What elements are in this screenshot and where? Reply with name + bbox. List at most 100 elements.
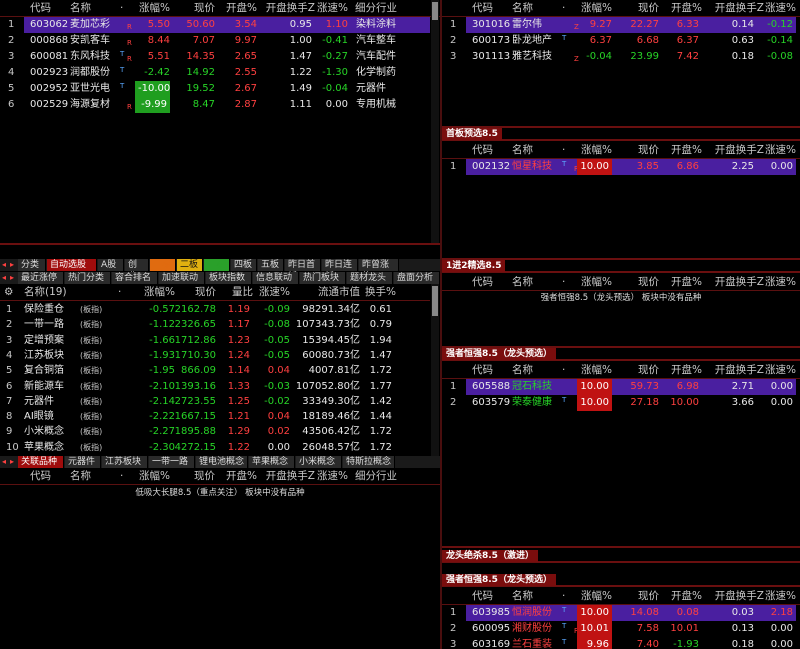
tab3-7[interactable]: 小米概念 — [296, 456, 342, 468]
column-header[interactable]: 名称 — [512, 588, 552, 604]
column-header[interactable]: 现价 — [617, 0, 659, 16]
column-header[interactable]: 开盘换手Z — [257, 0, 315, 16]
table-row[interactable]: 1002132恒星科技TR10.003.856.862.250.00 — [442, 159, 800, 175]
sector-name[interactable]: 保险重仓 — [24, 302, 79, 318]
column-header[interactable]: 开盘换手Z — [704, 588, 764, 604]
tab-1[interactable]: 分类 — [18, 259, 46, 271]
sector-row[interactable]: 9 小米概念 (板指) -2.27 1895.88 1.29 0.02 43506.42亿 1.… — [0, 424, 430, 440]
tab-3[interactable]: A股 — [98, 259, 124, 271]
tab-7[interactable]: 三板 — [204, 259, 230, 271]
column-header[interactable]: 代码 — [30, 468, 70, 484]
tab2-6[interactable]: 信息联动 — [253, 272, 299, 284]
sector-name[interactable]: 定增预案 — [24, 333, 79, 349]
tab2-5[interactable]: 板块指数 — [206, 272, 252, 284]
tab-6[interactable]: 二板 — [177, 259, 203, 271]
sector-row[interactable]: 3 定增预案 (板指) -1.66 1712.86 1.23 -0.05 15394.45亿 1… — [0, 333, 430, 349]
table-row[interactable]: 3 301113 雅艺科技 Z -0.04 23.99 7.42 0.18 -0.08 — [442, 49, 800, 65]
sector-row[interactable]: 8 AI眼镜 (板指) -2.22 1667.15 1.21 0.04 18189.46亿 1.… — [0, 409, 430, 425]
stock-name[interactable]: 兰石重装 — [512, 637, 564, 649]
stock-name[interactable]: 雅艺科技 — [512, 49, 564, 65]
column-header[interactable]: 细分行业 — [355, 468, 415, 484]
sector-name[interactable]: 一带一路 — [24, 317, 79, 333]
column-header[interactable]: 涨速% — [762, 0, 796, 16]
column-header[interactable]: 开盘换手Z — [704, 274, 764, 290]
column-header[interactable]: 名称 — [70, 0, 110, 16]
column-header[interactable]: 涨速% — [315, 468, 348, 484]
column-header[interactable]: 涨幅% — [567, 362, 612, 378]
tab2-3[interactable]: 容合排名 — [112, 272, 158, 284]
stock-name[interactable]: 安凯客车 — [70, 33, 122, 49]
sector-row[interactable]: 2 一带一路 (板指) -1.12 2326.65 1.17 -0.08 107343.73亿… — [0, 317, 430, 333]
column-header[interactable]: 名称 — [70, 468, 110, 484]
column-header[interactable]: 名称 — [512, 274, 552, 290]
stock-name[interactable]: 恒润股份 — [512, 605, 564, 621]
tab2-8[interactable]: 题材龙头 — [347, 272, 393, 284]
table-row[interactable]: 1 603062 麦加芯彩 R 5.50 50.60 3.54 0.95 1.10 染料涂料 — [0, 17, 440, 33]
tab3-1[interactable]: 关联品种 — [18, 456, 64, 468]
column-header[interactable]: 开盘% — [215, 0, 257, 16]
column-header[interactable]: 涨速% — [762, 274, 796, 290]
sector-name[interactable]: 江苏板块 — [24, 348, 79, 364]
column-header[interactable]: 代码 — [472, 0, 512, 16]
tab2-7[interactable]: 热门板块 — [300, 272, 346, 284]
tab3-3[interactable]: 江苏板块 — [102, 456, 148, 468]
sector-row[interactable]: 1 保险重仓 (板指) -0.57 2162.78 1.19 -0.09 98291.34亿 0… — [0, 302, 430, 318]
column-header[interactable]: 开盘% — [215, 468, 257, 484]
column-header[interactable]: 开盘% — [660, 0, 702, 16]
column-header[interactable]: 涨幅% — [135, 284, 175, 300]
column-header[interactable]: 名称 — [512, 362, 552, 378]
column-header[interactable]: 开盘% — [660, 142, 702, 158]
tab-scroll-left[interactable]: ◂ — [2, 259, 6, 271]
tab-2[interactable]: 自动选股 — [47, 259, 97, 271]
tab2-4[interactable]: 加速联动 — [159, 272, 205, 284]
sector-name[interactable]: 新能源车 — [24, 379, 79, 395]
table-row[interactable]: 3 600081 东风科技 T R 5.51 14.35 2.65 1.47 -0.27 汽车配件 — [0, 49, 440, 65]
column-header[interactable]: 涨速% — [762, 362, 796, 378]
table-row[interactable]: 5 002952 亚世光电 T -10.00 19.52 2.67 1.49 -0.04 元器件 — [0, 81, 440, 97]
column-header[interactable]: 流通市值 — [300, 284, 360, 300]
column-header[interactable]: 涨幅% — [567, 142, 612, 158]
column-header[interactable]: 现价 — [617, 362, 659, 378]
scrollbar[interactable] — [431, 284, 439, 456]
column-header[interactable]: 开盘% — [660, 274, 702, 290]
stock-name[interactable]: 润都股份 — [70, 65, 122, 81]
tab2-scroll-left[interactable]: ◂ — [2, 272, 6, 284]
stock-name[interactable]: 冠石科技 — [512, 379, 564, 395]
column-header[interactable]: 开盘换手Z — [704, 142, 764, 158]
scrollbar[interactable] — [431, 0, 439, 245]
table-row[interactable]: 4 002923 润都股份 T -2.42 14.92 2.55 1.22 -1.30 化学制药 — [0, 65, 440, 81]
column-header[interactable]: 名称(19) — [24, 284, 74, 300]
column-header[interactable]: 现价 — [170, 468, 215, 484]
stock-name[interactable]: 亚世光电 — [70, 81, 122, 97]
column-header[interactable]: 现价 — [178, 284, 216, 300]
column-header[interactable]: 现价 — [617, 142, 659, 158]
tab3-4[interactable]: 一带一路 — [149, 456, 195, 468]
sector-name[interactable]: 元器件 — [24, 394, 79, 410]
column-header[interactable]: 代码 — [30, 0, 70, 16]
column-header[interactable]: 量比 — [225, 284, 253, 300]
tab3-2[interactable]: 元器件 — [65, 456, 101, 468]
sector-row[interactable]: 10 苹果概念 (板指) -2.30 4272.15 1.22 0.00 26048.57亿 1… — [0, 440, 430, 456]
stock-name[interactable]: 荣泰健康 — [512, 395, 564, 411]
column-header[interactable]: · — [118, 284, 128, 300]
column-header[interactable]: 换手% — [365, 284, 396, 300]
sector-name[interactable]: AI眼镜 — [24, 409, 79, 425]
table-row[interactable]: 1 605588 冠石科技 10.00 59.73 6.98 2.71 0.00 — [442, 379, 800, 395]
stock-name[interactable]: 恒星科技 — [512, 159, 564, 175]
column-header[interactable]: 涨速% — [255, 284, 290, 300]
column-header[interactable]: 开盘换手Z — [704, 362, 764, 378]
column-header[interactable]: 名称 — [512, 142, 552, 158]
sector-name[interactable]: 苹果概念 — [24, 440, 79, 456]
table-row[interactable]: 2 000868 安凯客车 R 8.44 7.07 9.97 1.00 -0.41 汽车整车 — [0, 33, 440, 49]
sector-row[interactable]: 4 江苏板块 (板指) -1.93 1710.30 1.24 -0.05 60080.73亿 1… — [0, 348, 430, 364]
scrollbar-thumb[interactable] — [432, 286, 438, 316]
tab-10[interactable]: 昨日首板 — [285, 259, 321, 282]
column-header[interactable]: 涨速% — [315, 0, 348, 16]
column-header[interactable]: 涨速% — [762, 588, 796, 604]
tab-4[interactable]: 创业 — [125, 259, 149, 282]
scrollbar-thumb[interactable] — [432, 2, 438, 20]
sector-name[interactable]: 小米概念 — [24, 424, 79, 440]
column-header[interactable]: 涨幅% — [125, 0, 170, 16]
column-header[interactable]: 涨速% — [762, 142, 796, 158]
column-header[interactable]: 涨幅% — [567, 588, 612, 604]
